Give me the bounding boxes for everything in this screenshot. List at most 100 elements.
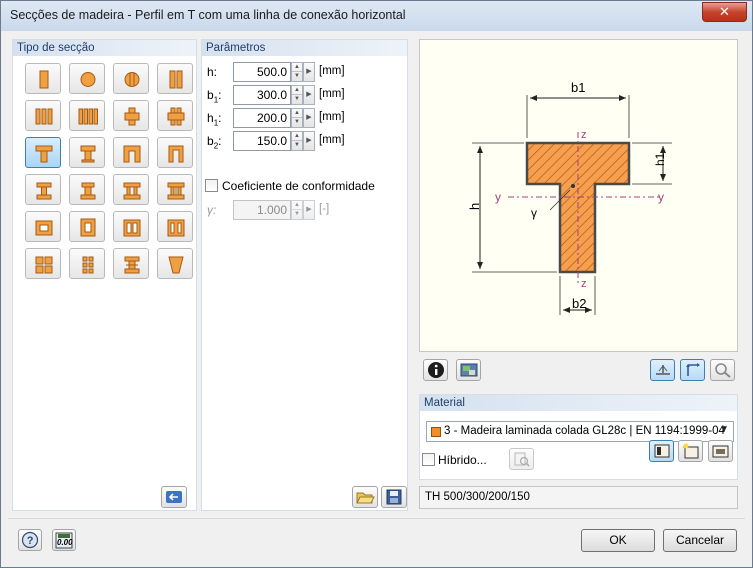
i-section-alt-icon — [80, 182, 96, 200]
section-type-box-section-alt-button[interactable] — [69, 211, 105, 242]
six-grid-icon — [82, 256, 94, 274]
rectangle-icon — [39, 70, 49, 89]
axes-view-button[interactable] — [680, 359, 705, 381]
section-type-i-section-alt-button[interactable] — [69, 174, 105, 205]
gamma-unit: [-] — [319, 203, 330, 215]
param-unit-b2: [mm] — [319, 134, 345, 146]
section-type-i-section-button[interactable] — [25, 174, 61, 205]
param-spinner-h[interactable]: ▲ ▼ — [291, 62, 303, 82]
gamma-symbol-label: γ — [531, 206, 537, 220]
material-library-button[interactable] — [649, 440, 674, 462]
param-pick-h[interactable]: ▶ — [303, 62, 315, 82]
info-button[interactable] — [423, 359, 448, 381]
param-label-b2: b2: — [207, 134, 222, 151]
section-type-six-grid-button[interactable] — [69, 248, 105, 279]
double-box-icon — [123, 219, 141, 237]
param-spinner-h1[interactable]: ▲ ▼ — [291, 108, 303, 128]
calculator-text: 0.00 — [57, 538, 73, 547]
i-section-icon — [36, 182, 52, 200]
param-input-b1[interactable]: 300.0 — [233, 85, 291, 105]
help-icon: ? — [21, 531, 39, 549]
section-type-four-quad-button[interactable] — [25, 248, 61, 279]
save-button[interactable] — [381, 486, 407, 508]
measure-tool-icon — [715, 363, 731, 378]
section-type-header: Tipo de secção — [13, 40, 196, 56]
param-spinner-b1[interactable]: ▲ ▼ — [291, 85, 303, 105]
section-type-double-t-section-button[interactable] — [113, 174, 149, 205]
section-type-double-rectangle-button[interactable] — [157, 63, 193, 94]
param-input-b2[interactable]: 150.0 — [233, 131, 291, 151]
b2-label: b2 — [572, 296, 586, 311]
param-pick-h1[interactable]: ▶ — [303, 108, 315, 128]
footer-divider — [8, 518, 745, 519]
section-type-u-section-alt-button[interactable] — [157, 137, 193, 168]
param-unit-h1: [mm] — [319, 111, 345, 123]
info-icon — [428, 362, 444, 378]
conformity-checkbox[interactable] — [205, 179, 218, 192]
section-type-i-hatched-button[interactable] — [113, 248, 149, 279]
material-color-swatch — [431, 427, 441, 437]
window-title: Secções de madeira - Perfil em T com uma… — [10, 8, 406, 22]
section-type-t-section-button[interactable] — [25, 137, 61, 168]
section-type-triple-lamella-button[interactable] — [25, 100, 61, 131]
gamma-pick[interactable]: ▶ — [303, 200, 315, 220]
section-type-rectangle-button[interactable] — [25, 63, 61, 94]
new-material-icon — [683, 443, 699, 459]
param-pick-b2[interactable]: ▶ — [303, 131, 315, 151]
param-input-h1[interactable]: 200.0 — [233, 108, 291, 128]
help-button[interactable]: ? — [18, 529, 42, 551]
dimension-view-button[interactable] — [650, 359, 675, 381]
material-selected-text: 3 - Madeira laminada colada GL28c | EN 1… — [444, 425, 725, 437]
gamma-label: γ: — [207, 203, 217, 217]
section-type-quad-lamella-button[interactable] — [69, 100, 105, 131]
param-label-b1: b1: — [207, 88, 222, 105]
section-type-cross-plus-button[interactable] — [113, 100, 149, 131]
section-type-cross-double-button[interactable] — [157, 100, 193, 131]
section-type-double-i-section-button[interactable] — [157, 174, 193, 205]
box-section-icon — [35, 220, 53, 236]
material-dropdown[interactable]: 3 - Madeira laminada colada GL28c | EN 1… — [426, 421, 734, 442]
section-type-triple-box-button[interactable] — [157, 211, 193, 242]
axes-view-icon — [686, 363, 700, 376]
param-pick-b1[interactable]: ▶ — [303, 85, 315, 105]
hybrid-label[interactable]: Híbrido... — [438, 453, 487, 467]
render-view-icon — [460, 363, 478, 377]
new-material-button[interactable] — [678, 440, 703, 462]
param-label-h: h: — [207, 65, 218, 79]
hybrid-edit-button[interactable] — [509, 448, 534, 470]
double-t-section-icon — [123, 182, 141, 200]
y-left-label: y — [495, 190, 501, 204]
edit-material-icon — [712, 445, 729, 458]
section-type-circle-split-button[interactable] — [113, 63, 149, 94]
render-view-button[interactable] — [456, 359, 481, 381]
calculator-button[interactable]: 0.00 — [52, 529, 76, 551]
gamma-input[interactable]: 1.000 — [233, 200, 291, 220]
section-type-box-section-button[interactable] — [25, 211, 61, 242]
section-type-tapered-button[interactable] — [157, 248, 193, 279]
back-button[interactable] — [161, 486, 187, 508]
section-type-circle-button[interactable] — [69, 63, 105, 94]
magnifier-icon — [514, 452, 530, 467]
centroid-point — [571, 184, 575, 188]
section-type-t-section-alt-button[interactable] — [69, 137, 105, 168]
four-quad-icon — [35, 256, 53, 274]
param-label-h1: h1: — [207, 111, 222, 128]
conformity-label[interactable]: Coeficiente de conformidade — [222, 179, 375, 193]
param-input-h[interactable]: 500.0 — [233, 62, 291, 82]
edit-material-button[interactable] — [708, 440, 733, 462]
back-arrow-icon — [166, 491, 182, 503]
measure-tool-button[interactable] — [710, 359, 735, 381]
param-spinner-b2[interactable]: ▲ ▼ — [291, 131, 303, 151]
triple-lamella-icon — [35, 108, 53, 125]
folder-open-icon — [356, 492, 375, 504]
open-button[interactable] — [352, 486, 378, 508]
t-section-drawing: b1 b2 h h1 y y z z γ — [467, 80, 672, 315]
cancel-button[interactable]: Cancelar — [663, 529, 737, 552]
close-button[interactable]: ✕ — [702, 2, 747, 22]
section-type-u-section-button[interactable] — [113, 137, 149, 168]
ok-button[interactable]: OK — [581, 529, 655, 552]
gamma-spinner[interactable]: ▲ ▼ — [291, 200, 303, 220]
section-type-double-box-button[interactable] — [113, 211, 149, 242]
section-preview: b1 b2 h h1 y y z z γ — [419, 39, 738, 381]
hybrid-checkbox[interactable] — [422, 453, 435, 466]
